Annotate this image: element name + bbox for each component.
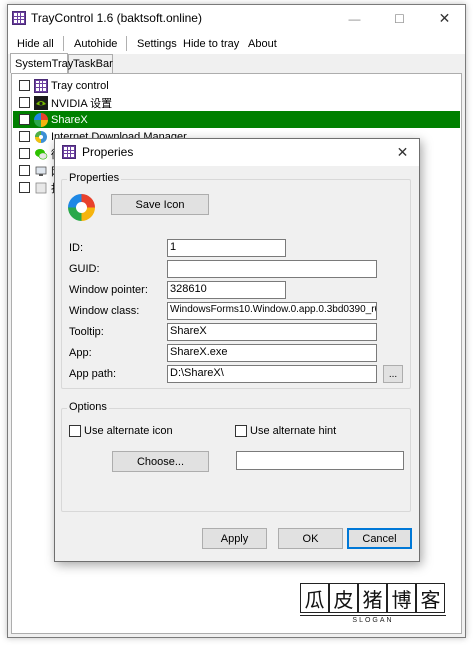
properties-group-label: Properties [67, 172, 122, 184]
cancel-button[interactable]: Cancel [347, 528, 412, 549]
autohide-button[interactable]: Autohide [70, 34, 121, 53]
tooltip-field[interactable]: ShareX [167, 323, 377, 341]
use-alternate-icon-checkbox[interactable] [69, 425, 81, 437]
item-checkbox[interactable] [19, 97, 30, 108]
guid-label: GUID: [69, 263, 100, 275]
menu-separator [63, 36, 64, 51]
list-item[interactable]: NVIDIA 设置 [13, 94, 460, 111]
guid-field[interactable] [167, 260, 377, 278]
menu-separator [126, 36, 127, 51]
id-label: ID: [69, 242, 84, 254]
tray-control-icon [12, 11, 26, 25]
list-item-label: NVIDIA 设置 [51, 97, 113, 110]
sharex-icon [34, 112, 48, 127]
item-checkbox[interactable] [19, 114, 30, 125]
settings-button[interactable]: Settings [133, 34, 181, 53]
unknown-icon [34, 181, 48, 195]
dialog-close-button[interactable]: ✕ [385, 139, 420, 166]
watermark-logo: 瓜 皮 猪 博 客 SLOGAN [300, 583, 446, 627]
item-checkbox[interactable] [19, 182, 30, 193]
choose-button[interactable]: Choose... [112, 451, 209, 472]
window-class-field[interactable]: WindowsForms10.Window.0.app.0.3bd0390_r6… [167, 302, 377, 320]
hide-all-button[interactable]: Hide all [13, 34, 58, 53]
tray-control-icon [62, 145, 76, 159]
about-button[interactable]: About [244, 34, 281, 53]
watermark-char: 客 [416, 583, 445, 613]
options-group-label: Options [67, 401, 109, 413]
use-alternate-hint-label[interactable]: Use alternate hint [250, 425, 336, 437]
item-checkbox[interactable] [19, 165, 30, 176]
apply-button[interactable]: Apply [202, 528, 267, 549]
app-field[interactable]: ShareX.exe [167, 344, 377, 362]
window-class-label: Window class: [69, 305, 140, 317]
menu-bar: Hide all Autohide Settings Hide to tray … [8, 32, 465, 54]
title-bar[interactable]: TrayControl 1.6 (baktsoft.online) — ☐ ✕ [8, 5, 465, 32]
item-checkbox[interactable] [19, 80, 30, 91]
id-field[interactable]: 1 [167, 239, 286, 257]
watermark-slogan: SLOGAN [300, 615, 446, 624]
window-pointer-field[interactable]: 328610 [167, 281, 286, 299]
watermark-char: 猪 [358, 583, 387, 613]
properties-dialog: Properies ✕ Properties Save Icon ID: 1 G… [54, 138, 420, 562]
tray-control-icon [34, 78, 48, 93]
watermark-char: 博 [387, 583, 416, 613]
watermark-chars: 瓜 皮 猪 博 客 [300, 583, 446, 615]
dialog-title: Properies [82, 145, 134, 159]
list-item-label: ShareX [51, 113, 88, 126]
alternate-hint-field[interactable] [236, 451, 404, 470]
ok-button[interactable]: OK [278, 528, 343, 549]
network-icon [34, 164, 48, 178]
tab-taskbar[interactable]: TaskBar [68, 54, 113, 73]
sharex-icon [68, 194, 95, 221]
save-icon-button[interactable]: Save Icon [111, 194, 209, 215]
list-item[interactable]: Tray control [13, 77, 460, 94]
tooltip-label: Tooltip: [69, 326, 104, 338]
watermark-char: 瓜 [300, 583, 329, 613]
idm-icon [34, 130, 48, 144]
window-title: TrayControl 1.6 (baktsoft.online) [31, 11, 202, 25]
list-item[interactable]: ShareX [13, 111, 460, 128]
list-item-label: Tray control [51, 79, 109, 92]
hide-to-tray-button[interactable]: Hide to tray [179, 34, 243, 53]
nvidia-icon [34, 95, 48, 110]
app-path-label: App path: [69, 368, 117, 380]
item-checkbox[interactable] [19, 148, 30, 159]
maximize-button[interactable]: ☐ [377, 5, 422, 32]
use-alternate-hint-checkbox[interactable] [235, 425, 247, 437]
watermark-char: 皮 [329, 583, 358, 613]
use-alternate-icon-label[interactable]: Use alternate icon [84, 425, 173, 437]
app-label: App: [69, 347, 92, 359]
close-button[interactable]: ✕ [422, 5, 467, 32]
tab-bar: SystemTray TaskBar [8, 53, 465, 73]
browse-button[interactable]: ... [383, 365, 403, 383]
dialog-title-bar[interactable]: Properies ✕ [55, 139, 419, 166]
item-checkbox[interactable] [19, 131, 30, 142]
tab-systemtray[interactable]: SystemTray [10, 53, 73, 73]
app-path-field[interactable]: D:\ShareX\ [167, 365, 377, 383]
window-pointer-label: Window pointer: [69, 284, 148, 296]
minimize-button[interactable]: — [332, 5, 377, 32]
wechat-icon [34, 147, 48, 161]
